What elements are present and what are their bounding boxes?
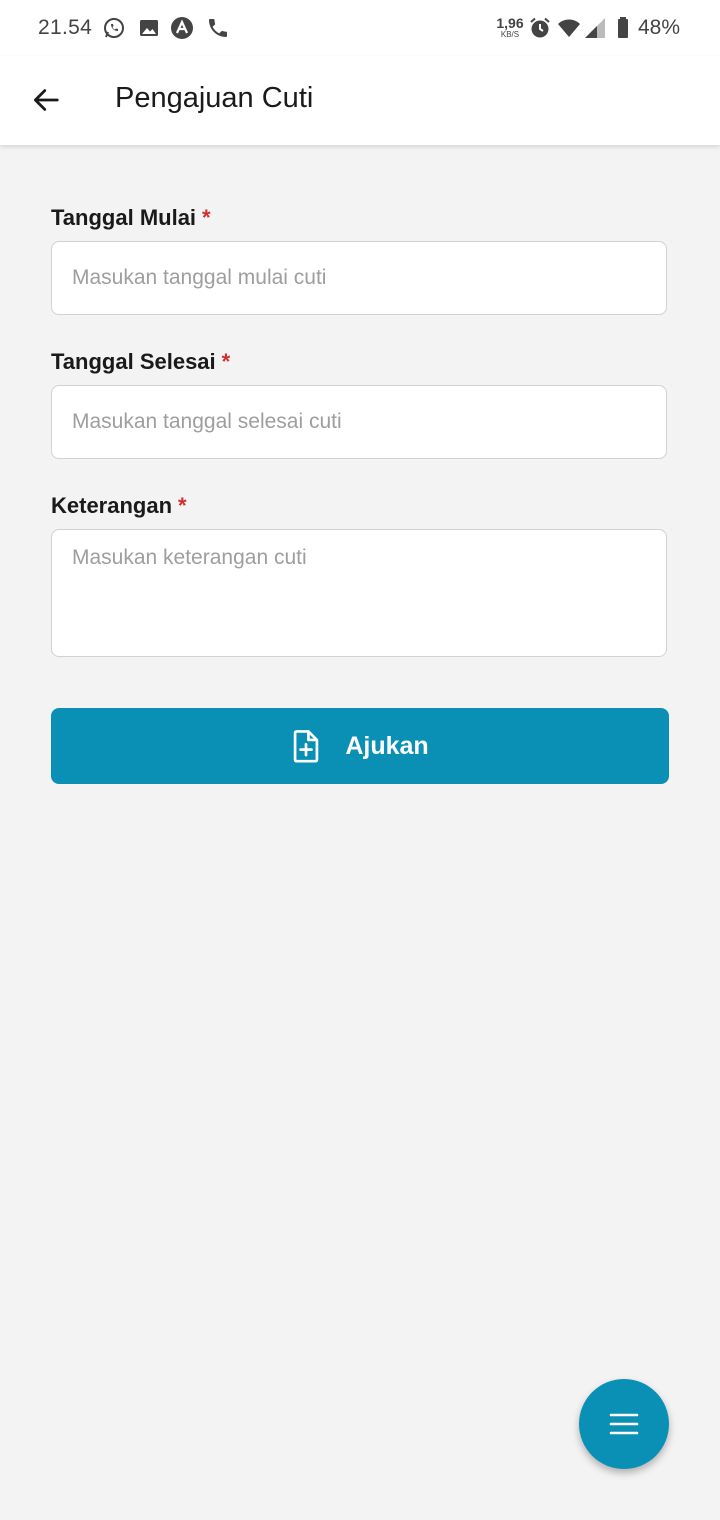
description-textarea[interactable]	[52, 530, 666, 656]
page-title: Pengajuan Cuti	[115, 82, 314, 114]
submit-button[interactable]: Ajukan	[51, 708, 669, 784]
app-icon	[171, 17, 193, 39]
description-field	[51, 529, 667, 657]
wifi-icon	[558, 19, 580, 37]
menu-fab[interactable]	[579, 1379, 669, 1469]
app-bar: Pengajuan Cuti	[0, 56, 720, 145]
start-date-label: Tanggal Mulai *	[51, 205, 211, 230]
menu-icon	[609, 1413, 639, 1435]
required-mark: *	[221, 349, 231, 374]
start-date-input[interactable]	[52, 242, 666, 314]
alarm-icon	[530, 17, 550, 38]
end-date-field	[51, 385, 667, 459]
gallery-icon	[140, 20, 158, 36]
arrow-left-icon	[34, 89, 59, 111]
status-bar: 21.54 1,96 KB/S 48%	[0, 0, 720, 56]
required-mark: *	[202, 205, 211, 230]
whatsapp-icon	[104, 18, 124, 38]
submit-label: Ajukan	[345, 731, 429, 760]
required-mark: *	[178, 493, 187, 518]
end-date-input[interactable]	[52, 386, 666, 458]
network-speed: 1,96 KB/S	[496, 15, 524, 39]
end-date-label: Tanggal Selesai *	[51, 349, 231, 374]
description-label: Keterangan *	[51, 493, 187, 518]
phone-icon	[209, 19, 227, 37]
signal-icon	[585, 18, 605, 38]
battery-percent: 48%	[638, 16, 681, 39]
start-date-field	[51, 241, 667, 315]
back-button[interactable]	[26, 80, 66, 120]
status-time: 21.54	[38, 16, 93, 39]
file-plus-icon	[294, 730, 319, 763]
battery-icon	[618, 17, 628, 38]
